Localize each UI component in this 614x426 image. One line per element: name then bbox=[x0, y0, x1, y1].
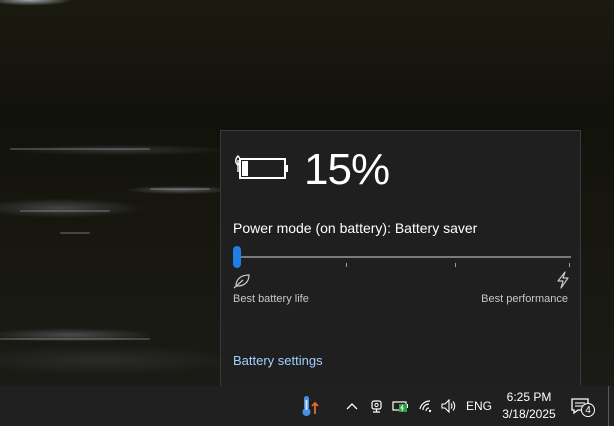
taskbar: ENG 6:25 PM 3/18/2025 bbox=[0, 386, 614, 426]
notification-count-badge: 4 bbox=[581, 403, 595, 417]
show-desktop-button[interactable] bbox=[608, 386, 609, 426]
power-mode-slider[interactable] bbox=[233, 246, 571, 268]
meet-now-icon[interactable] bbox=[367, 386, 387, 426]
slider-tick bbox=[455, 263, 456, 267]
clock[interactable]: 6:25 PM 3/18/2025 bbox=[494, 386, 564, 426]
battery-flyout: 15% Power mode (on battery): Battery sav… bbox=[220, 130, 581, 386]
slider-left-label: Best battery life bbox=[233, 293, 309, 305]
chevron-up-icon[interactable] bbox=[343, 386, 361, 426]
leaf-icon bbox=[233, 274, 250, 289]
slider-tick bbox=[569, 263, 570, 267]
language-indicator[interactable]: ENG bbox=[464, 386, 494, 426]
slider-right-label: Best performance bbox=[481, 293, 568, 305]
slider-thumb[interactable] bbox=[233, 246, 241, 268]
battery-saver-icon bbox=[235, 155, 288, 179]
clock-time: 6:25 PM bbox=[506, 390, 552, 404]
volume-icon[interactable] bbox=[438, 386, 460, 426]
clock-date: 3/18/2025 bbox=[502, 407, 556, 421]
battery-charging-icon[interactable] bbox=[391, 386, 411, 426]
slider-track[interactable] bbox=[233, 256, 571, 258]
battery-settings-link[interactable]: Battery settings bbox=[233, 353, 323, 368]
power-mode-label: Power mode (on battery): Battery saver bbox=[233, 220, 478, 236]
wifi-icon[interactable] bbox=[416, 386, 436, 426]
thermometer-icon[interactable] bbox=[296, 386, 322, 426]
lightning-icon bbox=[557, 271, 569, 289]
battery-percent: 15% bbox=[304, 145, 390, 194]
slider-tick bbox=[346, 263, 347, 267]
